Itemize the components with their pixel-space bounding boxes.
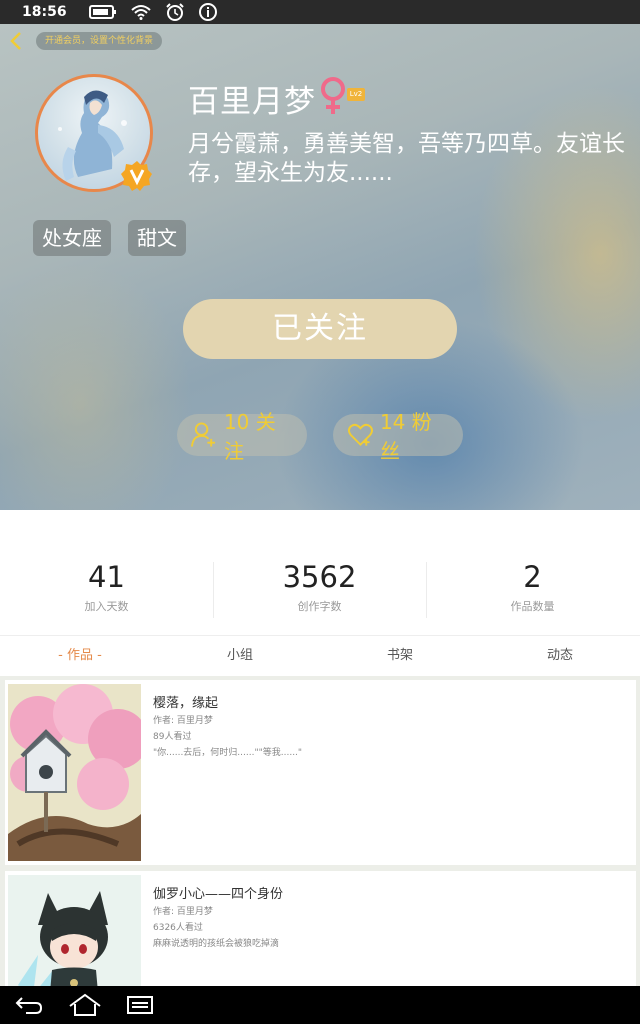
user-add-icon (191, 422, 216, 447)
work-views: 6326人看过 (153, 923, 203, 933)
list-item[interactable]: 伽罗小心——四个身份 作者: 百里月梦 6326人看过 麻麻说透明的孩纸会被狼吃… (5, 871, 636, 986)
works-list: 樱落，缘起 作者: 百里月梦 89人看过 "你......去后，何时归.....… (0, 676, 640, 986)
work-excerpt: "你......去后，何时归......""等我......" (153, 748, 303, 758)
stat-word-count: 3562 创作字数 (213, 560, 426, 614)
back-icon[interactable] (6, 30, 28, 52)
tab-groups[interactable]: 小组 (160, 636, 320, 676)
level-badge: Lv2 (347, 88, 365, 101)
tab-bookshelf[interactable]: 书架 (320, 636, 480, 676)
stat-value: 3562 (282, 560, 357, 594)
work-title: 伽罗小心——四个身份 (153, 887, 284, 902)
user-name: 百里月梦 (188, 84, 316, 120)
status-time: 18:56 (22, 4, 67, 20)
stat-label: 加入天数 (84, 600, 129, 613)
info-icon (198, 3, 217, 21)
heart-icon (347, 423, 373, 446)
work-excerpt: 麻麻说透明的孩纸会被狼吃掉滴 (153, 939, 280, 949)
fans-button[interactable]: 14 粉丝 (333, 410, 463, 463)
tab-works[interactable]: - 作品 - (0, 636, 160, 676)
wifi-icon (130, 4, 151, 20)
status-bar: 18:56 (0, 0, 640, 24)
verified-v-icon (120, 159, 154, 193)
tag-item: 处女座 (33, 220, 111, 256)
stat-label: 创作字数 (297, 600, 342, 613)
female-icon (318, 76, 348, 116)
back-nav-icon[interactable] (14, 993, 44, 1021)
stat-works-count: 2 作品数量 (426, 560, 639, 614)
alarm-icon (165, 3, 185, 21)
fans-count-label: 14 粉丝 (379, 410, 432, 463)
stat-label: 作品数量 (510, 600, 555, 613)
vip-background-prompt[interactable]: 开通会员，设置个性化背景 (36, 32, 163, 50)
work-cover-image (8, 684, 141, 861)
battery-icon (88, 5, 117, 19)
following-count-label: 10 关注 (223, 410, 276, 463)
tag-list: 处女座 甜文 (33, 220, 203, 256)
tag-item: 甜文 (128, 220, 186, 256)
stat-value: 41 (88, 560, 125, 594)
user-bio: 月兮霞萧，勇善美智，吾等乃四草。友谊长存，望永生为友...... (188, 131, 625, 186)
work-author: 作者: 百里月梦 (153, 716, 213, 726)
stats-row: 41 加入天数 3562 创作字数 2 作品数量 (0, 510, 640, 636)
following-button[interactable]: 10 关注 (177, 410, 307, 463)
work-title: 樱落，缘起 (153, 696, 219, 711)
recent-apps-nav-icon[interactable] (126, 993, 154, 1021)
stat-join-days: 41 加入天数 (0, 560, 213, 614)
profile-tabs: - 作品 - 小组 书架 动态 (0, 636, 640, 676)
stat-value: 2 (523, 560, 542, 594)
work-author: 作者: 百里月梦 (153, 907, 213, 917)
work-cover-image (8, 875, 141, 986)
profile-header: 开通会员，设置个性化背景 百里月梦 Lv2 月兮霞萧，勇善美智，吾等乃四草。友谊… (0, 24, 640, 510)
followed-button[interactable]: 已关注 (183, 299, 457, 359)
home-nav-icon[interactable] (68, 993, 102, 1021)
system-nav-bar (0, 986, 640, 1024)
list-item[interactable]: 樱落，缘起 作者: 百里月梦 89人看过 "你......去后，何时归.....… (5, 680, 636, 865)
work-views: 89人看过 (153, 732, 192, 742)
tab-activity[interactable]: 动态 (480, 636, 640, 676)
